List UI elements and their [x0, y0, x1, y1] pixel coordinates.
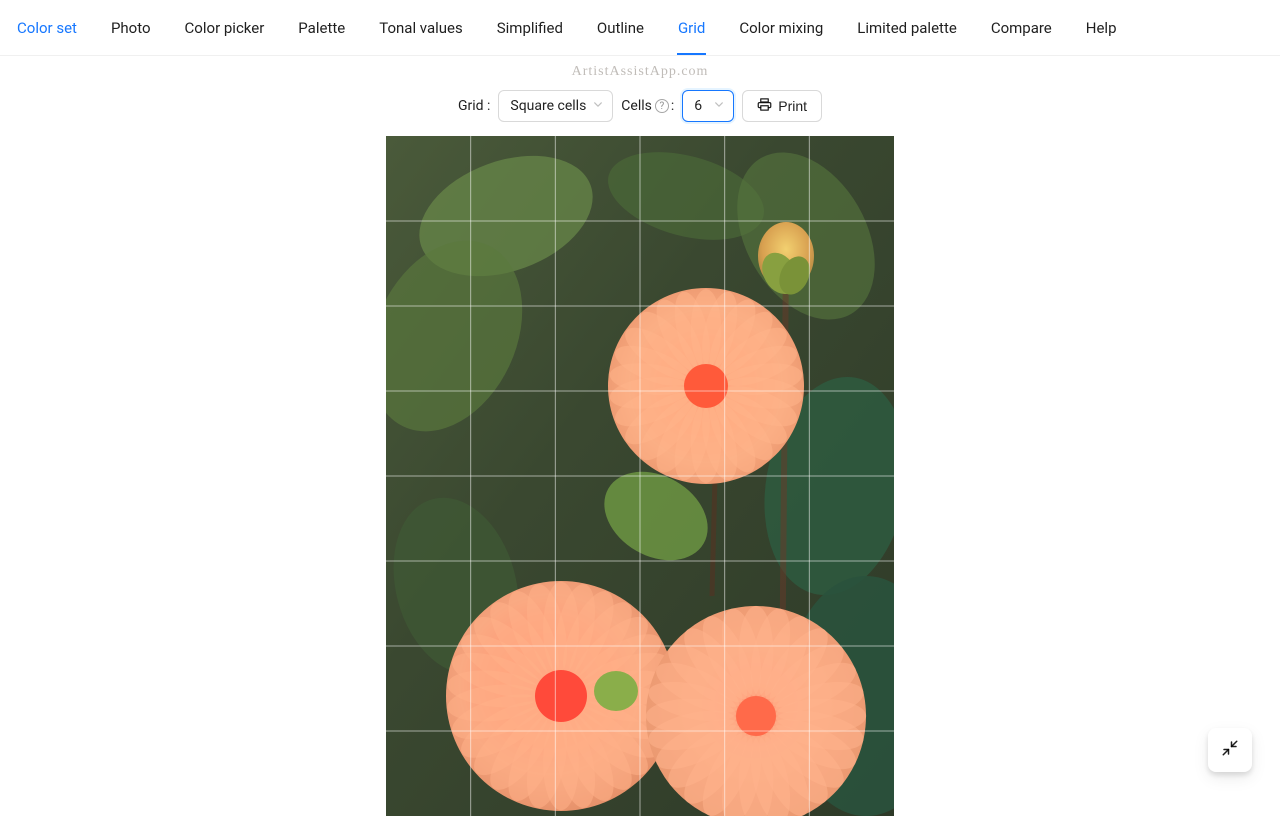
- chevron-down-icon: [593, 100, 603, 113]
- grid-type-label: Grid :: [458, 98, 490, 114]
- cells-value: 6: [694, 98, 702, 114]
- print-label: Print: [778, 98, 807, 114]
- tab-outline[interactable]: Outline: [580, 0, 661, 55]
- tab-palette[interactable]: Palette: [281, 0, 362, 55]
- tab-color-set[interactable]: Color set: [0, 0, 94, 55]
- brand-watermark: ArtistAssistApp.com: [0, 64, 1280, 80]
- tab-photo[interactable]: Photo: [94, 0, 168, 55]
- tab-color-picker[interactable]: Color picker: [168, 0, 282, 55]
- main-tabs: Color setPhotoColor pickerPaletteTonal v…: [0, 0, 1280, 56]
- grid-toolbar: Grid : Square cells Cells ? : 6 Print: [0, 80, 1280, 136]
- grid-type-select[interactable]: Square cells: [498, 90, 613, 122]
- tab-limited-palette[interactable]: Limited palette: [840, 0, 974, 55]
- reference-photo[interactable]: [386, 136, 894, 816]
- tab-grid[interactable]: Grid: [661, 0, 722, 55]
- exit-fullscreen-button[interactable]: [1208, 728, 1252, 772]
- grid-type-value: Square cells: [510, 98, 586, 114]
- shrink-icon: [1221, 739, 1239, 761]
- cells-select[interactable]: 6: [682, 90, 734, 122]
- tab-help[interactable]: Help: [1069, 0, 1134, 55]
- print-button[interactable]: Print: [742, 90, 822, 122]
- canvas-area: [0, 136, 1280, 816]
- tab-compare[interactable]: Compare: [974, 0, 1069, 55]
- printer-icon: [757, 97, 772, 115]
- tab-tonal-values[interactable]: Tonal values: [362, 0, 480, 55]
- tab-color-mixing[interactable]: Color mixing: [722, 0, 840, 55]
- chevron-down-icon: [714, 100, 724, 113]
- help-icon[interactable]: ?: [655, 99, 669, 113]
- cells-label: Cells ? :: [621, 98, 674, 114]
- tab-simplified[interactable]: Simplified: [480, 0, 580, 55]
